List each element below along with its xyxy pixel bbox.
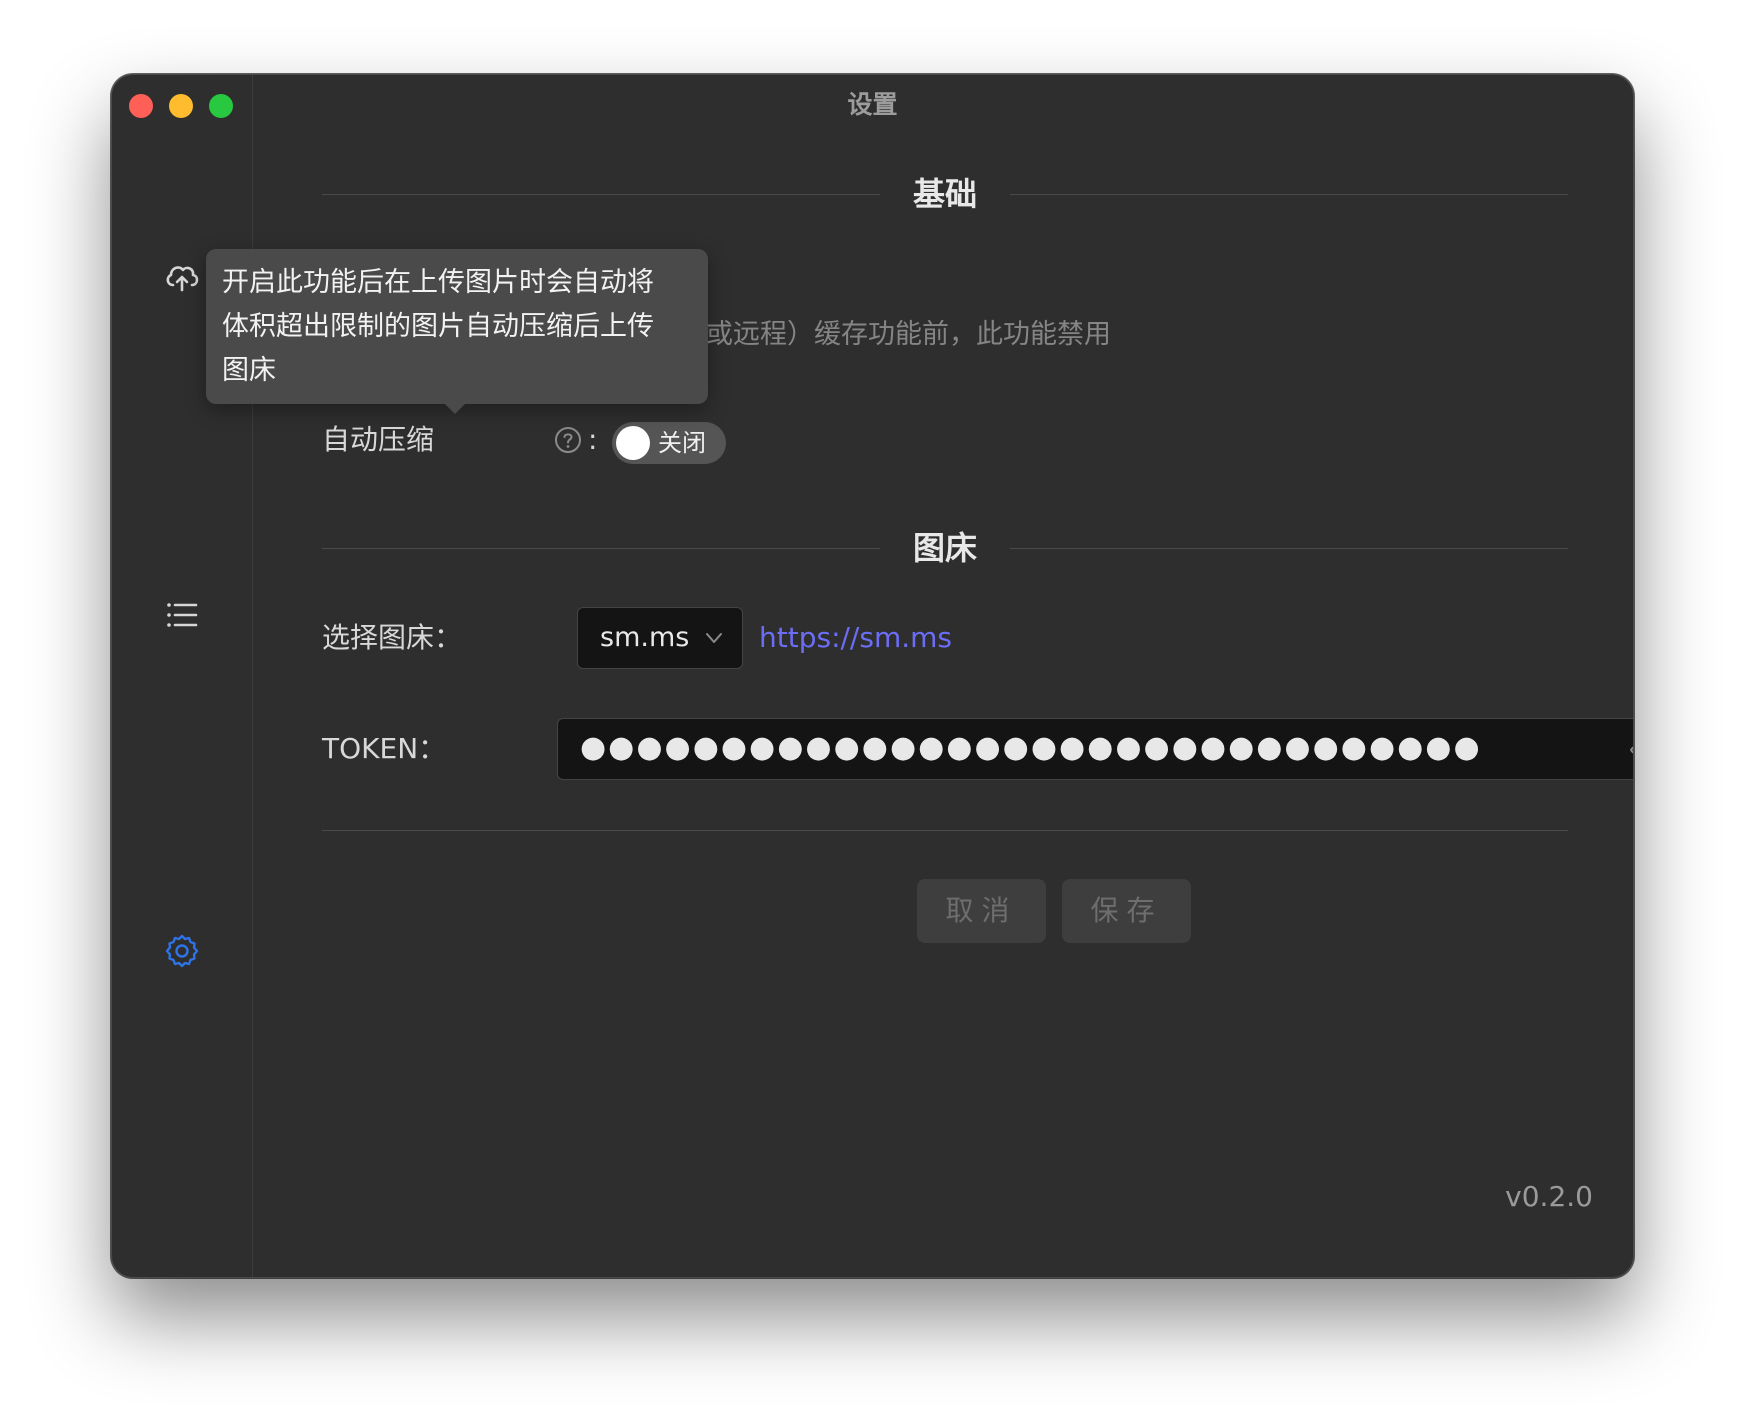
list-icon <box>167 603 198 627</box>
sidebar-item-list[interactable] <box>162 595 202 635</box>
image-host-link[interactable]: https://sm.ms <box>759 618 952 658</box>
divider-line <box>1010 548 1568 549</box>
tooltip-line: 图床 <box>222 355 276 386</box>
help-icon[interactable] <box>554 426 582 454</box>
token-label: TOKEN： <box>322 732 447 765</box>
token-masked-value: ●●●●●●●●●●●●●●●●●●●●●●●●●●●●●●●● <box>580 730 1482 765</box>
tooltip-line: 开启此功能后在上传图片时会自动将 <box>222 267 654 298</box>
save-button[interactable]: 保存 <box>1062 879 1191 943</box>
cloud-upload-icon <box>166 266 199 292</box>
chevron-down-icon <box>706 633 722 643</box>
divider-line <box>322 548 880 549</box>
auto-compress-colon: : <box>588 423 598 456</box>
form-divider <box>322 830 1568 831</box>
auto-compress-tooltip: 开启此功能后在上传图片时会自动将 体积超出限制的图片自动压缩后上传 图床 <box>206 249 708 414</box>
toggle-knob <box>616 426 650 460</box>
cancel-button[interactable]: 取消 <box>917 879 1046 943</box>
image-host-select-label: 选择图床： <box>322 621 463 654</box>
cache-disabled-hint: 或远程）缓存功能前，此功能禁用 <box>706 319 1111 350</box>
section-image-host-header: 图床 <box>322 523 1568 573</box>
eye-off-icon[interactable] <box>1628 734 1634 766</box>
image-host-select-value: sm.ms <box>600 622 690 653</box>
sidebar-item-settings[interactable] <box>162 931 202 971</box>
auto-compress-toggle[interactable]: 关闭 <box>612 422 726 464</box>
section-image-host-title: 图床 <box>912 529 977 567</box>
version-label: v0.2.0 <box>1505 1180 1593 1213</box>
tooltip-arrow <box>444 403 466 414</box>
image-host-select[interactable]: sm.ms <box>577 607 743 669</box>
divider-line <box>322 194 880 195</box>
tooltip-line: 体积超出限制的图片自动压缩后上传 <box>222 311 654 342</box>
token-input[interactable]: ●●●●●●●●●●●●●●●●●●●●●●●●●●●●●●●● <box>557 718 1634 780</box>
auto-compress-label: 自动压缩 <box>322 423 435 456</box>
settings-window: 设置 基础 或远程）缓存功能前，此功能禁用 自动压缩: 关闭 图床 选择图床：… <box>111 74 1634 1278</box>
section-basic-title: 基础 <box>912 175 977 213</box>
divider-line <box>1010 194 1568 195</box>
gear-icon <box>165 934 199 968</box>
toggle-label: 关闭 <box>658 429 706 457</box>
sidebar-item-upload[interactable] <box>162 257 202 297</box>
section-basic-header: 基础 <box>322 169 1568 219</box>
